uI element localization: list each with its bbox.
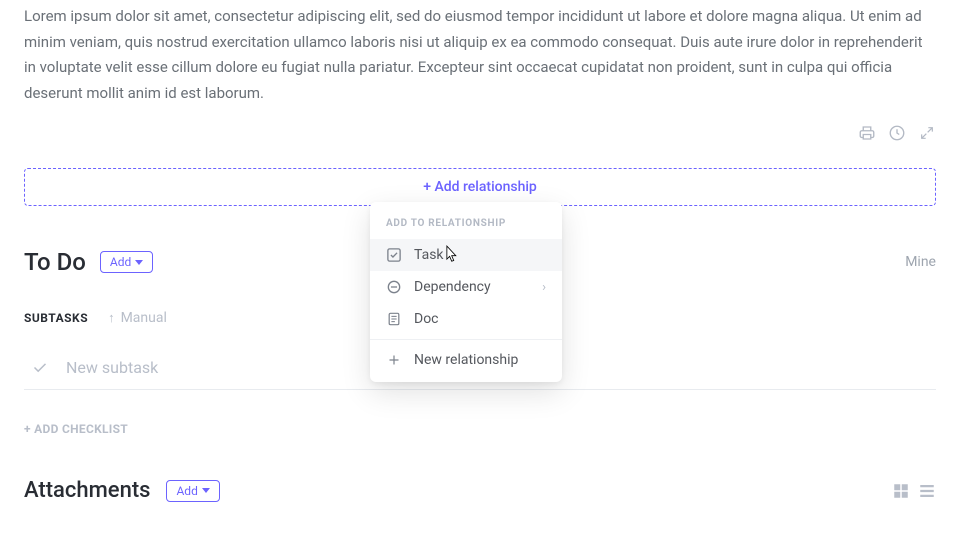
relationship-popup: ADD TO RELATIONSHIP Task Dependency › Do… xyxy=(370,202,562,382)
status-add-button[interactable]: Add xyxy=(100,251,153,273)
subtasks-heading: SUBTASKS xyxy=(24,311,88,325)
expand-icon[interactable] xyxy=(918,124,936,142)
cursor-pointer-icon xyxy=(440,244,462,266)
print-icon[interactable] xyxy=(858,124,876,142)
popup-divider xyxy=(370,339,562,340)
attachments-add-button-label: Add xyxy=(176,484,197,498)
popup-item-label: Dependency xyxy=(414,279,530,295)
manual-sort-tab[interactable]: ↑ Manual xyxy=(108,310,167,326)
action-icons-row xyxy=(24,124,936,142)
chevron-right-icon: › xyxy=(542,280,546,295)
description-text: Lorem ipsum dolor sit amet, consectetur … xyxy=(24,0,936,106)
popup-item-label: Task xyxy=(414,247,546,263)
chevron-down-icon xyxy=(202,488,210,493)
check-icon xyxy=(32,362,48,373)
popup-item-new-relationship[interactable]: New relationship xyxy=(370,344,562,376)
grid-view-icon[interactable] xyxy=(892,482,910,500)
attachments-heading: Attachments xyxy=(24,478,150,503)
manual-sort-label: Manual xyxy=(121,310,167,326)
popup-item-task[interactable]: Task xyxy=(370,239,562,271)
popup-item-label: Doc xyxy=(414,311,546,327)
arrow-up-icon: ↑ xyxy=(108,310,115,326)
plus-icon xyxy=(386,352,402,368)
popup-item-dependency[interactable]: Dependency › xyxy=(370,271,562,303)
status-label[interactable]: To Do xyxy=(24,248,86,276)
task-icon xyxy=(386,247,402,263)
relationship-popup-header: ADD TO RELATIONSHIP xyxy=(370,212,562,239)
doc-icon xyxy=(386,311,402,327)
list-view-icon[interactable] xyxy=(918,482,936,500)
new-subtask-placeholder: New subtask xyxy=(66,358,158,377)
popup-item-doc[interactable]: Doc xyxy=(370,303,562,335)
dependency-icon xyxy=(386,279,402,295)
mine-filter-label[interactable]: Mine xyxy=(905,254,936,270)
popup-item-label: New relationship xyxy=(414,352,546,368)
attachments-add-button[interactable]: Add xyxy=(166,480,219,502)
add-checklist-button[interactable]: + ADD CHECKLIST xyxy=(24,422,936,436)
history-icon[interactable] xyxy=(888,124,906,142)
add-relationship-button[interactable]: + Add relationship xyxy=(24,168,936,206)
chevron-down-icon xyxy=(135,260,143,265)
status-add-button-label: Add xyxy=(110,255,131,269)
